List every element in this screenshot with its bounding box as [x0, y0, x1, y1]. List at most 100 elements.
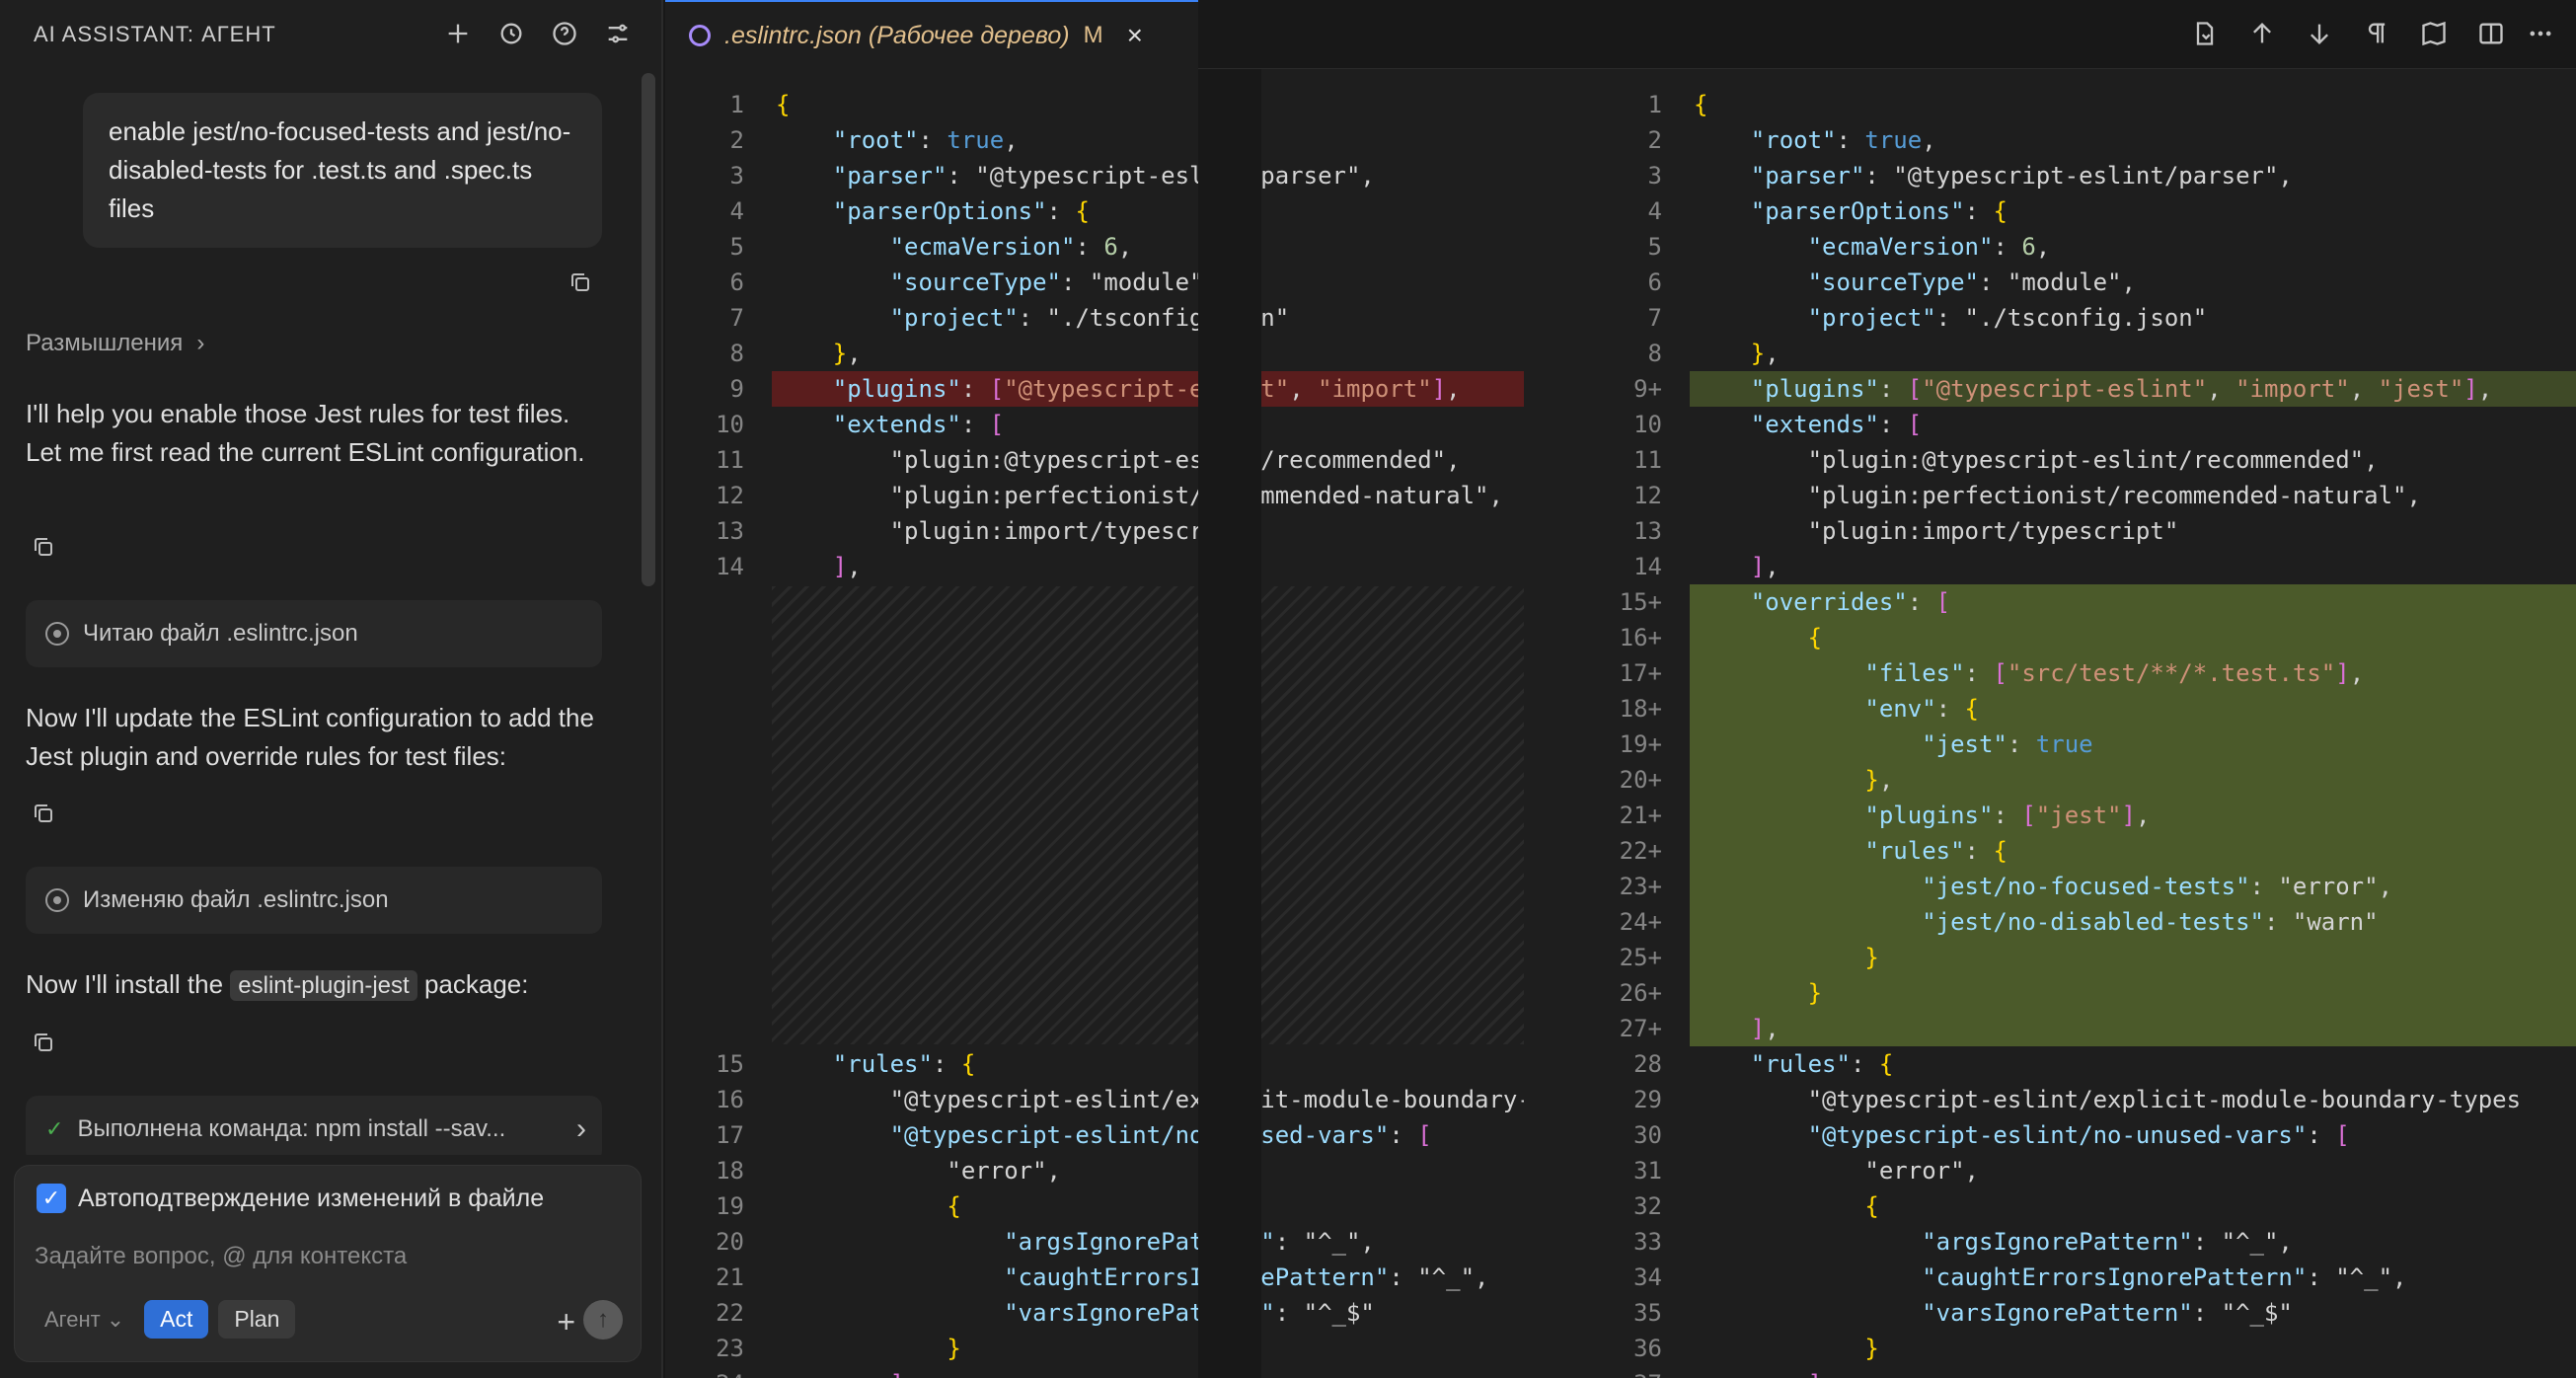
thinking-label: Размышления: [26, 330, 184, 356]
code-line: 1{: [1583, 87, 2576, 122]
line-number: 33: [1633, 1228, 1662, 1256]
thinking-toggle[interactable]: Размышления ›: [26, 330, 204, 357]
code-line: 6 "sourceType": "module",: [665, 265, 1524, 300]
line-number: 11: [716, 446, 744, 474]
code-text: "parser": "@typescript-eslint/parser",: [832, 162, 1375, 190]
line-number: 26+: [1619, 979, 1662, 1007]
code-text: ],: [1750, 553, 1780, 580]
chat-history[interactable]: enable jest/no-focused-tests and jest/no…: [0, 69, 642, 1155]
code-text: ],: [1750, 1015, 1780, 1042]
line-number: 23+: [1619, 873, 1662, 900]
code-line: 4 "parserOptions": {: [665, 193, 1524, 229]
arrow-down-icon[interactable]: [2304, 18, 2335, 49]
user-message: enable jest/no-focused-tests and jest/no…: [83, 93, 602, 248]
open-file-icon[interactable]: [2189, 18, 2221, 49]
code-line: 28 "rules": {: [1583, 1046, 2576, 1082]
line-number: 17: [716, 1121, 744, 1149]
line-number: 8: [729, 340, 744, 367]
code-line: 22+ "rules": {: [1583, 833, 2576, 869]
code-text: "jest/no-focused-tests": "error",: [1922, 873, 2393, 900]
code-line: 29 "@typescript-eslint/explicit-module-b…: [1583, 1082, 2576, 1117]
code-line: 9 "plugins": ["@typescript-eslint", "imp…: [665, 371, 1524, 407]
new-chat-icon[interactable]: [442, 18, 474, 49]
code-text: "jest": true: [1922, 730, 2093, 758]
code-text: "rules": {: [832, 1050, 976, 1078]
code-text: "plugin:import/typescript": [776, 517, 1261, 545]
assistant-message: Now I'll install the eslint-plugin-jest …: [26, 965, 598, 1005]
settings-sliders-icon[interactable]: [602, 18, 634, 49]
code-line: 15+ "overrides": [: [1583, 584, 2576, 620]
code-line: 12 "plugin:perfectionist/recommended-nat…: [665, 478, 1524, 513]
chat-input[interactable]: Задайте вопрос, @ для контекста: [35, 1243, 407, 1270]
help-icon[interactable]: [549, 18, 580, 49]
code-line: 5 "ecmaVersion": 6,: [665, 229, 1524, 265]
line-number: 9+: [1633, 375, 1662, 403]
code-text: {: [1864, 1192, 1879, 1220]
line-number: 20: [716, 1228, 744, 1256]
code-line: 16 "@typescript-eslint/explicit-module-b…: [665, 1082, 1524, 1117]
line-number: 20+: [1619, 766, 1662, 794]
modified-pane[interactable]: 1{2 "root": true, 3 "parser": "@typescrip…: [1583, 69, 2576, 1378]
line-number: 31: [1633, 1157, 1662, 1185]
code-text: ],: [776, 1366, 919, 1378]
line-number: 6: [1647, 268, 1662, 296]
panel-title: AI ASSISTANT: АГЕНТ: [34, 22, 276, 46]
copy-icon[interactable]: [32, 1031, 59, 1058]
line-number: 2: [729, 126, 744, 154]
book-icon[interactable]: [2418, 18, 2450, 49]
tab-eslintrc[interactable]: .eslintrc.json (Рабочее дерево) M ×: [665, 0, 1198, 69]
code-line: 10 "extends": [: [665, 407, 1524, 442]
tool-label: Выполнена команда: npm install --sav...: [77, 1115, 506, 1142]
code-text: {: [1694, 91, 1708, 118]
act-button[interactable]: Act: [144, 1300, 209, 1339]
line-number: 11: [1633, 446, 1662, 474]
original-pane[interactable]: 1{2 "root": true, 3 "parser": "@typescrip…: [665, 69, 1524, 1378]
code-text: "env": {: [1864, 695, 1979, 723]
diff-divider: [1198, 69, 1261, 1378]
line-number: 27+: [1619, 1015, 1662, 1042]
more-icon[interactable]: [2525, 18, 2556, 49]
code-text: "@typescript-eslint/no-unused-vars": [: [1807, 1121, 2350, 1149]
history-icon[interactable]: [495, 18, 527, 49]
code-text: "plugin:@typescript-eslint/recommended",: [1694, 446, 2379, 474]
code-line: 8 },: [1583, 336, 2576, 371]
code-text: "plugin:perfectionist/recommended-natura…: [776, 482, 1503, 509]
tool-call-edit[interactable]: Изменяю файл .eslintrc.json: [26, 867, 602, 934]
code-text: }: [947, 1335, 961, 1362]
line-number: 5: [729, 233, 744, 261]
pilcrow-icon[interactable]: [2361, 18, 2392, 49]
tool-call-read[interactable]: Читаю файл .eslintrc.json: [26, 600, 602, 667]
line-number: 10: [1633, 411, 1662, 438]
chat-scrollbar[interactable]: [642, 73, 655, 586]
close-icon[interactable]: ×: [1127, 20, 1143, 51]
plan-button[interactable]: Plan: [218, 1300, 296, 1339]
line-number: 18+: [1619, 695, 1662, 723]
auto-confirm-row[interactable]: ✓ Автоподтверждение изменений в файле: [37, 1184, 544, 1213]
line-number: 34: [1633, 1263, 1662, 1291]
code-line: 8 },: [665, 336, 1524, 371]
split-editor-icon[interactable]: [2475, 18, 2507, 49]
code-text: "@typescript-eslint/no-unused-vars": [: [889, 1121, 1432, 1149]
mode-dropdown[interactable]: Агент ⌄: [35, 1301, 134, 1339]
add-context-icon[interactable]: +: [557, 1304, 575, 1340]
tool-label: Изменяю файл .eslintrc.json: [83, 886, 389, 913]
code-line: 35 "varsIgnorePattern": "^_$": [1583, 1295, 2576, 1331]
message-text: package:: [423, 969, 529, 999]
code-text: "error",: [1694, 1157, 1979, 1185]
code-text: "plugin:perfectionist/recommended-natura…: [1694, 482, 2421, 509]
copy-icon[interactable]: [32, 535, 59, 563]
send-button[interactable]: ↑: [583, 1300, 623, 1340]
line-number: 17+: [1619, 659, 1662, 687]
line-number: 24+: [1619, 908, 1662, 936]
tool-status-icon: [45, 888, 69, 912]
copy-icon[interactable]: [568, 270, 596, 298]
tool-call-command[interactable]: ✓ Выполнена команда: npm install --sav..…: [26, 1096, 602, 1155]
line-number: 32: [1633, 1192, 1662, 1220]
line-number: 16: [716, 1086, 744, 1113]
auto-confirm-checkbox[interactable]: ✓: [37, 1184, 66, 1213]
panel-header: AI ASSISTANT: АГЕНТ: [0, 0, 661, 69]
code-line: 23+ "jest/no-focused-tests": "error",: [1583, 869, 2576, 904]
code-line: 21 "caughtErrorsIgnorePattern": "^_",: [665, 1260, 1524, 1295]
arrow-up-icon[interactable]: [2246, 18, 2278, 49]
copy-icon[interactable]: [32, 802, 59, 829]
